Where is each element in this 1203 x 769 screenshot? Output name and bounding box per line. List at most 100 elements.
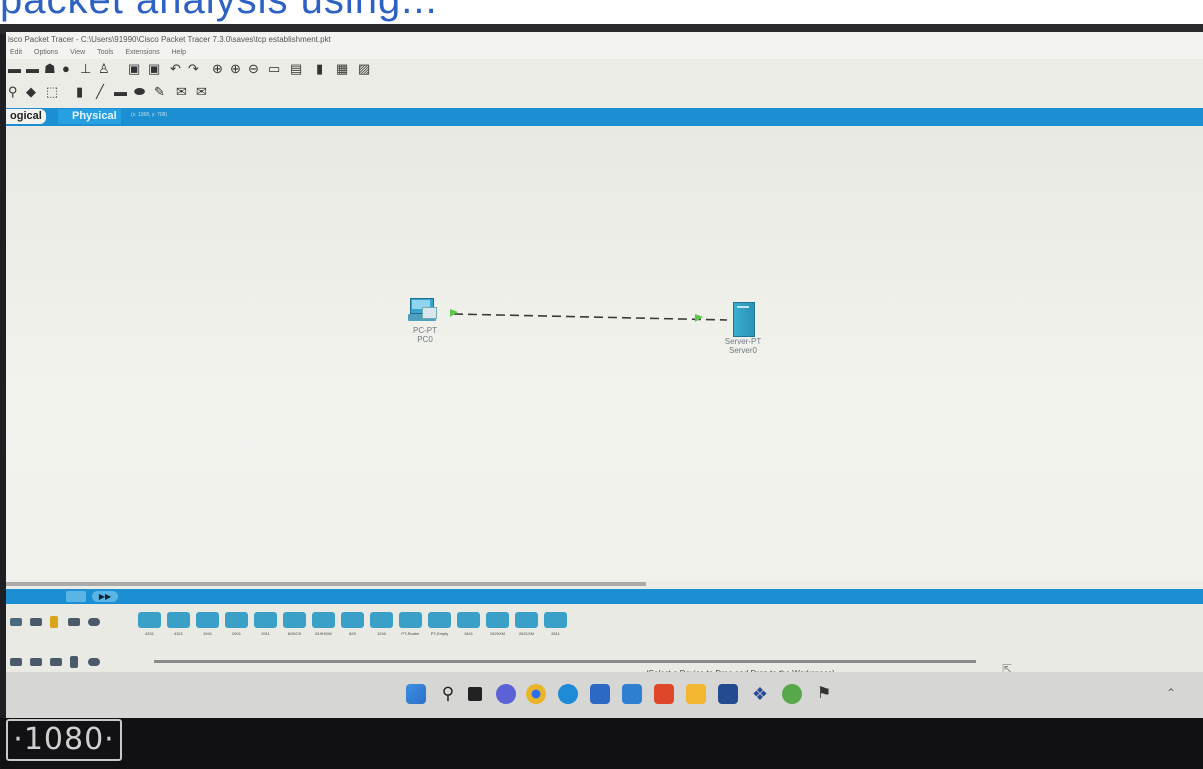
device-label: 1841 — [464, 631, 473, 636]
resolution-badge: ·1080· — [6, 719, 122, 761]
simple-pdu-icon[interactable]: ✉ — [176, 83, 187, 101]
device-label: 819IOX — [287, 631, 302, 636]
image-icon[interactable]: ▨ — [358, 60, 370, 78]
topology-canvas — [450, 309, 728, 322]
hubs-icon[interactable] — [50, 658, 62, 666]
device-item[interactable] — [370, 612, 393, 628]
info-icon[interactable]: ● — [62, 60, 70, 78]
device-label: 829 — [349, 631, 356, 636]
workspace-tabbar: ogical Physical (x: 1368, y: 708) — [6, 108, 1203, 126]
paste-icon[interactable]: ▣ — [148, 60, 160, 78]
device-item[interactable] — [283, 612, 306, 628]
pc-icon[interactable] — [408, 298, 438, 324]
wan-emulation-icon[interactable] — [88, 658, 100, 666]
save-icon[interactable]: ▬ — [26, 60, 39, 78]
mail-icon[interactable] — [622, 684, 642, 704]
undo-icon[interactable]: ↶ — [170, 60, 181, 78]
viewport-icon[interactable]: ▮ — [316, 60, 323, 78]
zoom-out-icon[interactable]: ⊖ — [248, 60, 259, 78]
menu-help[interactable]: Help — [172, 49, 186, 56]
app-icon[interactable] — [718, 684, 738, 704]
menu-tools[interactable]: Tools — [97, 49, 113, 56]
connections-icon[interactable] — [50, 616, 58, 628]
custom-device-icon[interactable]: ▤ — [290, 60, 302, 78]
tray-chevron-icon[interactable]: ⌃ — [1166, 686, 1176, 700]
menu-options[interactable]: Options — [34, 49, 58, 56]
device-item[interactable] — [254, 612, 277, 628]
task-view-icon[interactable] — [468, 687, 482, 701]
tab-logical[interactable]: ogical — [6, 109, 46, 124]
file-explorer-icon[interactable] — [686, 684, 706, 704]
utorrent-icon[interactable] — [782, 684, 802, 704]
misc-icon[interactable] — [88, 618, 100, 626]
store-icon[interactable] — [590, 684, 610, 704]
components-icon[interactable] — [68, 618, 80, 626]
edge-icon[interactable] — [558, 684, 578, 704]
rectangle-icon[interactable]: ▬ — [114, 83, 127, 101]
device-label: 4331 — [145, 631, 154, 636]
device-label: 1941 — [203, 631, 212, 636]
select-icon[interactable]: ⬚ — [46, 83, 58, 101]
ellipse-icon[interactable]: ⬬ — [134, 83, 145, 101]
new-file-icon[interactable]: ▬ — [8, 60, 21, 78]
device-item[interactable] — [196, 612, 219, 628]
menu-view[interactable]: View — [70, 49, 85, 56]
device-item[interactable] — [544, 612, 567, 628]
link-status-pc — [450, 309, 458, 317]
device-label: 4321 — [174, 631, 183, 636]
monitor-bezel-bottom — [0, 718, 1203, 769]
redo-icon[interactable]: ↷ — [188, 60, 199, 78]
device-item[interactable] — [457, 612, 480, 628]
main-toolbar: ▬ ▬ ☗ ● ⊥ ♙ ▣ ▣ ↶ ↷ ⊕ ⊕ ⊖ ▭ ▤ ▮ ▦ ▨ — [6, 60, 606, 80]
freeform-icon[interactable]: ✎ — [154, 83, 165, 101]
menu-edit[interactable]: Edit — [10, 49, 22, 56]
packet-tracer-icon[interactable]: ⚑ — [814, 684, 834, 704]
switches-icon[interactable] — [30, 658, 42, 666]
tab-physical[interactable]: Physical — [58, 109, 121, 124]
device-item[interactable] — [486, 612, 509, 628]
line-icon[interactable]: ╱ — [96, 83, 104, 101]
device-item[interactable] — [399, 612, 422, 628]
device-item[interactable] — [225, 612, 248, 628]
edit-toolbar: ⚲ ◆ ⬚ ▮ ╱ ▬ ⬬ ✎ ✉ ✉ — [6, 83, 306, 101]
cluster-icon[interactable]: ▦ — [336, 60, 348, 78]
fast-forward-icon[interactable]: ▶▶ — [92, 591, 118, 602]
device-list: 4331 4321 1941 2901 2911 819IOX 819HGW 829 1240 P… — [138, 612, 598, 640]
network-icon[interactable]: ⊥ — [80, 60, 91, 78]
menu-extensions[interactable]: Extensions — [125, 49, 159, 56]
zoom-in-icon[interactable]: ⊕ — [212, 60, 223, 78]
connection-link — [453, 313, 728, 321]
copy-icon[interactable]: ▣ — [128, 60, 140, 78]
device-item[interactable] — [341, 612, 364, 628]
end-devices-icon[interactable] — [30, 618, 42, 626]
drawing-palette-icon[interactable]: ▭ — [268, 60, 280, 78]
note-icon[interactable]: ▮ — [76, 83, 83, 101]
device-item[interactable] — [138, 612, 161, 628]
start-icon[interactable] — [406, 684, 426, 704]
office-icon[interactable] — [654, 684, 674, 704]
print-icon[interactable]: ☗ — [44, 60, 56, 78]
device-scrollbar[interactable] — [154, 660, 976, 663]
network-devices-icon[interactable] — [10, 618, 22, 626]
clock-icon[interactable] — [66, 591, 86, 602]
horizontal-scrollbar[interactable] — [6, 582, 646, 586]
routers-icon[interactable] — [10, 658, 22, 666]
chrome-icon[interactable] — [526, 684, 546, 704]
zoom-reset-icon[interactable]: ⊕ — [230, 60, 241, 78]
delete-icon[interactable]: ◆ — [26, 83, 36, 101]
link-status-server — [695, 314, 703, 322]
device-item[interactable] — [312, 612, 335, 628]
activity-icon[interactable]: ♙ — [98, 60, 110, 78]
complex-pdu-icon[interactable]: ✉ — [196, 83, 207, 101]
device-label: 2811 — [551, 631, 560, 636]
wireless-icon[interactable] — [70, 656, 78, 668]
search-icon[interactable]: ⚲ — [438, 684, 458, 704]
device-item[interactable] — [167, 612, 190, 628]
inspect-icon[interactable]: ⚲ — [8, 83, 18, 101]
device-item[interactable] — [428, 612, 451, 628]
server-icon[interactable] — [733, 302, 755, 337]
chat-icon[interactable] — [496, 684, 516, 704]
dropbox-icon[interactable]: ❖ — [750, 684, 770, 704]
logical-workspace[interactable]: PC-PT PC0 Server-PT Server0 — [6, 126, 1203, 581]
device-item[interactable] — [515, 612, 538, 628]
